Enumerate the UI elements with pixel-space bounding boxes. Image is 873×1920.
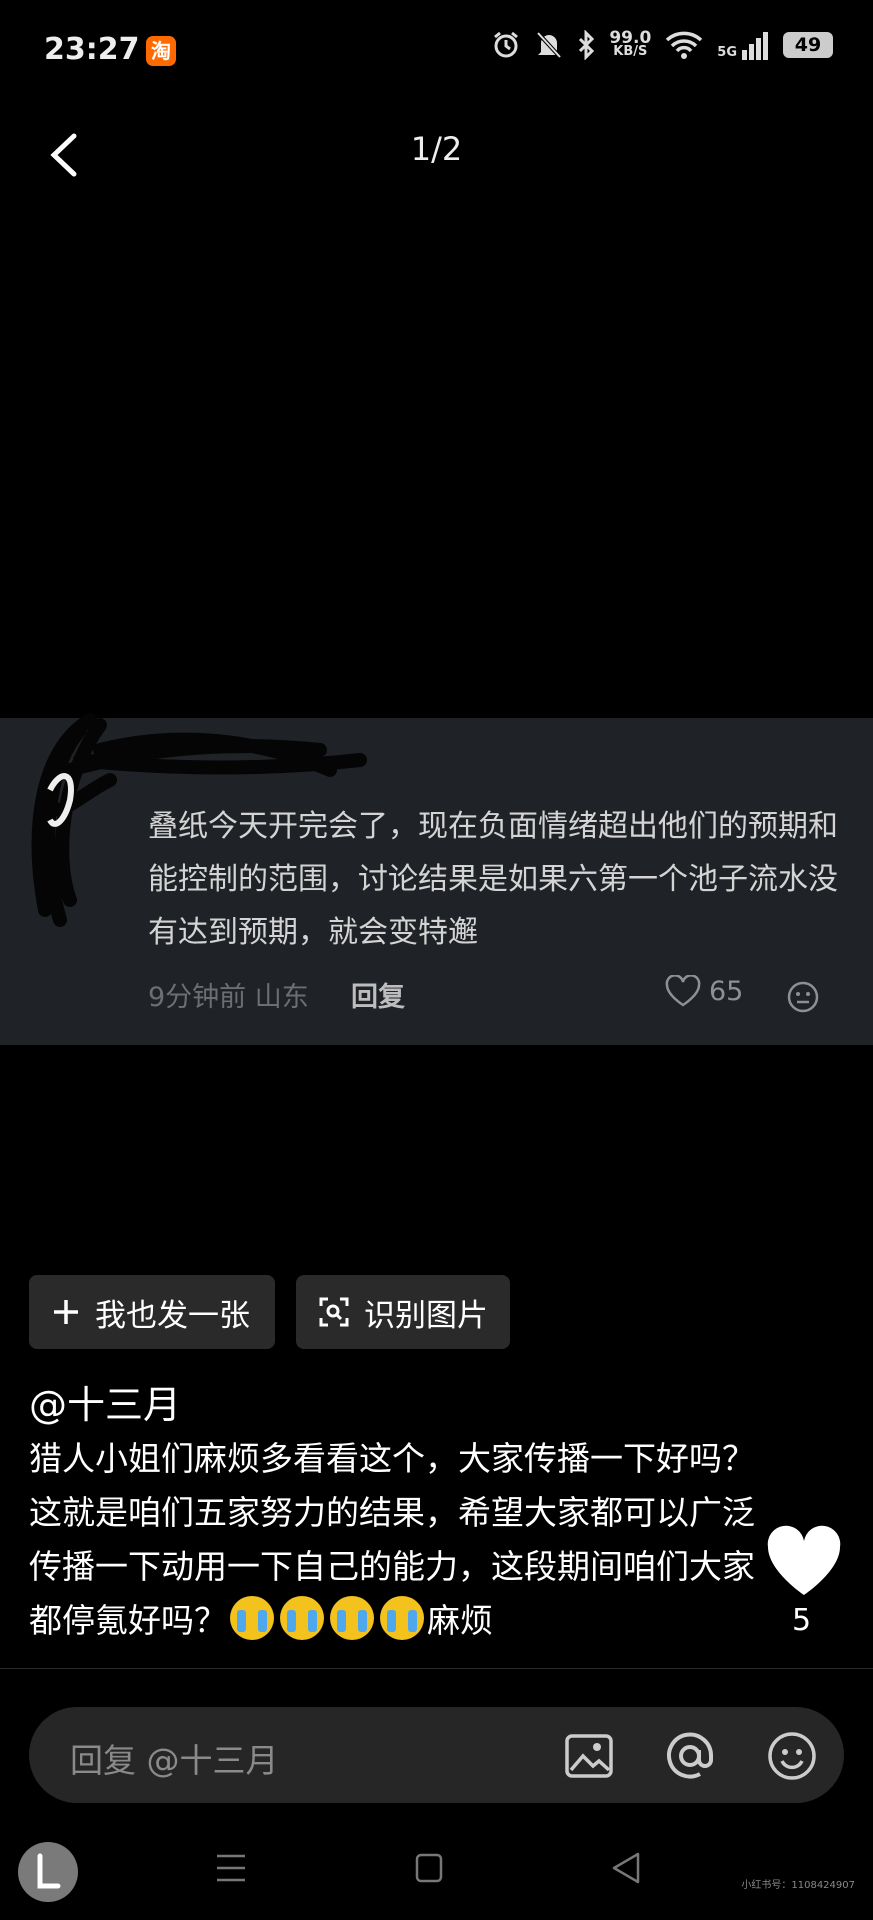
crying-face-icon xyxy=(380,1596,424,1640)
recognize-image-button[interactable]: 识别图片 xyxy=(296,1275,510,1349)
scan-icon xyxy=(319,1297,349,1327)
post-image-label: 我也发一张 xyxy=(95,1297,250,1334)
heart-like-icon[interactable] xyxy=(766,1525,842,1597)
emoji-reaction-icon xyxy=(787,981,819,1013)
wifi-icon xyxy=(666,31,703,59)
comment-reply-link: 回复 xyxy=(351,982,405,1013)
launcher-glyph-icon xyxy=(37,1853,61,1889)
image-picker-icon[interactable] xyxy=(563,1730,615,1782)
recognize-image-label: 识别图片 xyxy=(364,1297,488,1334)
post-body: 猎人小姐们麻烦多看看这个，大家传播一下好吗？这就是咱们五家努力的结果，希望大家都… xyxy=(29,1432,769,1648)
image-counter: 1/2 xyxy=(410,130,463,168)
net-speed: 99.0 KB/S xyxy=(609,30,651,59)
divider xyxy=(0,1668,873,1669)
battery-icon: 49 xyxy=(783,32,833,58)
emoji-icon[interactable] xyxy=(766,1730,818,1782)
crying-face-icon xyxy=(280,1596,324,1640)
signal-bars-icon xyxy=(742,32,768,60)
comment-text: 叠纸今天开完会了，现在负面情绪超出他们的预期和能控制的范围，讨论结果是如果六第一… xyxy=(148,809,838,950)
status-icons: 99.0 KB/S 5G 49 xyxy=(491,30,833,60)
launcher-icon[interactable] xyxy=(18,1842,78,1902)
crying-face-icon xyxy=(230,1596,274,1640)
comment-meta: 9分钟前 山东 xyxy=(148,982,309,1013)
crying-face-icon xyxy=(330,1596,374,1640)
at-mention-icon[interactable] xyxy=(664,1730,716,1782)
status-time: 23:27 xyxy=(44,32,140,67)
signal-label: 5G xyxy=(717,45,737,60)
bluetooth-icon xyxy=(579,30,595,60)
home-nav-icon[interactable] xyxy=(414,1848,444,1888)
mute-icon xyxy=(536,31,562,59)
alarm-icon xyxy=(494,31,519,58)
post-author[interactable]: @十三月 xyxy=(29,1374,181,1429)
post-image-button[interactable]: 我也发一张 xyxy=(29,1275,275,1349)
emoji-group xyxy=(227,1596,427,1640)
post-body-tail: 麻烦 xyxy=(427,1601,493,1640)
watermark: 小红书号：1108424907 xyxy=(741,1880,855,1891)
post-like-count: 5 xyxy=(792,1603,812,1638)
heart-outline-icon xyxy=(665,975,701,1007)
back-nav-icon[interactable] xyxy=(610,1848,642,1888)
comment-like: 65 xyxy=(665,975,743,1007)
comment-like-count: 65 xyxy=(709,975,744,1007)
reply-input[interactable]: 回复 @十三月 xyxy=(70,1734,279,1782)
plus-icon xyxy=(54,1300,78,1324)
net-speed-unit: KB/S xyxy=(613,44,648,59)
taobao-app-icon: 淘 xyxy=(146,36,176,66)
menu-nav-icon[interactable] xyxy=(215,1848,247,1888)
